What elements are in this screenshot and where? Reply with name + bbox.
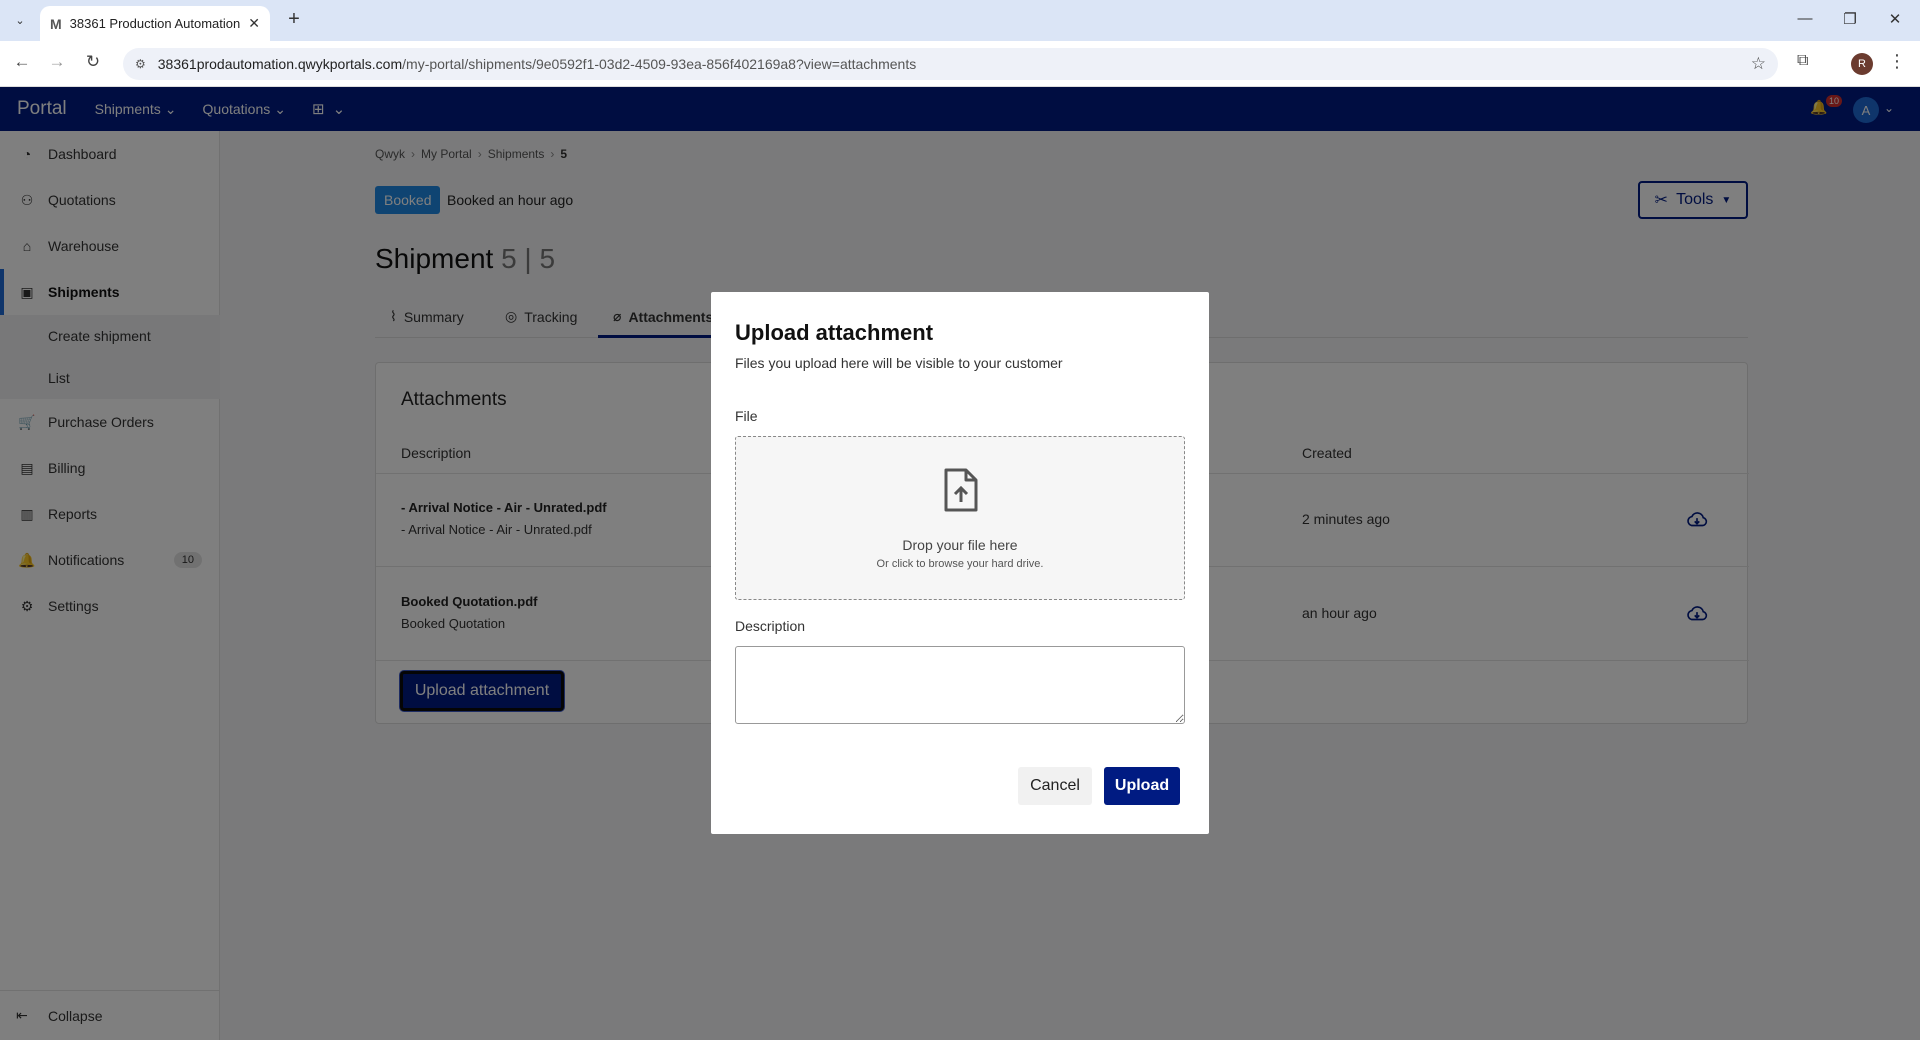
upload-attachment-modal: Upload attachment Files you upload here …	[711, 292, 1209, 834]
dropzone-text: Drop your file here	[902, 537, 1018, 553]
address-bar[interactable]: ⚙ 38361prodautomation.qwykportals.com/my…	[123, 48, 1778, 80]
dropzone-hint: Or click to browse your hard drive.	[876, 558, 1044, 570]
tab-close-icon[interactable]: ✕	[248, 15, 260, 32]
window-close-icon[interactable]: ✕	[1885, 10, 1905, 28]
modal-subtitle: Files you upload here will be visible to…	[735, 355, 1063, 371]
bookmark-star-icon[interactable]: ☆	[1751, 54, 1766, 74]
cancel-button[interactable]: Cancel	[1018, 767, 1092, 805]
description-textarea[interactable]	[735, 646, 1185, 724]
restore-icon[interactable]: ❐	[1840, 10, 1860, 28]
extensions-icon[interactable]: ⧉	[1797, 52, 1808, 70]
site-info-icon[interactable]: ⚙	[135, 57, 146, 71]
url-path: /my-portal/shipments/9e0592f1-03d2-4509-…	[402, 56, 917, 72]
browser-profile-avatar[interactable]: R	[1851, 53, 1873, 75]
minimize-icon[interactable]: —	[1795, 10, 1815, 27]
upload-button[interactable]: Upload	[1104, 767, 1180, 805]
site-favicon-icon: M	[50, 15, 62, 32]
forward-icon[interactable]: →	[45, 52, 69, 72]
back-icon[interactable]: ←	[10, 52, 34, 72]
description-label: Description	[735, 618, 806, 634]
file-label: File	[735, 408, 758, 424]
tab-title: 38361 Production Automation	[69, 16, 241, 31]
url-host: 38361prodautomation.qwykportals.com	[157, 56, 403, 72]
file-dropzone[interactable]: Drop your file here Or click to browse y…	[735, 436, 1185, 600]
browser-tab-bar: ⌄ M 38361 Production Automation ✕ + — ❐ …	[0, 0, 1920, 41]
file-upload-icon	[944, 468, 978, 512]
modal-title: Upload attachment	[735, 320, 934, 345]
browser-menu-icon[interactable]: ⋮	[1888, 51, 1906, 72]
browser-tab[interactable]: M 38361 Production Automation ✕	[40, 6, 270, 41]
tab-search-icon[interactable]: ⌄	[8, 9, 32, 31]
reload-icon[interactable]: ↻	[81, 52, 105, 72]
browser-toolbar: ← → ↻ ⚙ 38361prodautomation.qwykportals.…	[0, 41, 1920, 87]
new-tab-icon[interactable]: +	[282, 8, 306, 31]
